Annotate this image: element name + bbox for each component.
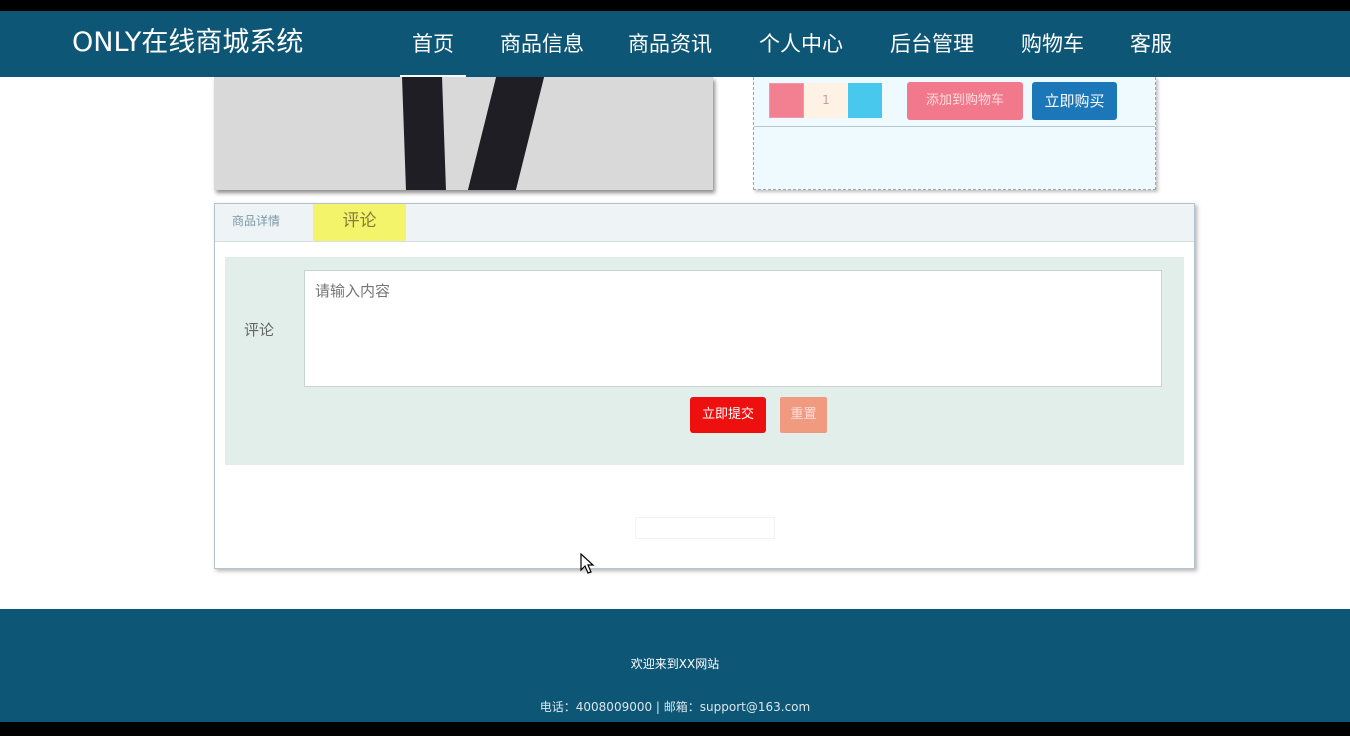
nav-home[interactable]: 首页 [400,25,466,78]
product-image [214,77,713,190]
tab-bar: 商品详情 评论 [215,204,1194,242]
submit-button[interactable]: 立即提交 [690,397,766,433]
top-navbar: ONLY在线商城系统 首页 商品信息 商品资讯 个人中心 后台管理 购物车 客服 [0,11,1350,78]
buy-panel: 1 添加到购物车 立即购买 [753,77,1156,190]
comment-form: 评论 立即提交 重置 [225,257,1184,465]
screen: ONLY在线商城系统 首页 商品信息 商品资讯 个人中心 后台管理 购物车 客服… [0,0,1350,736]
add-to-cart-button[interactable]: 添加到购物车 [907,82,1023,120]
footer-contact: 电话：4008009000 | 邮箱：support@163.com [539,700,811,714]
comment-textarea[interactable] [304,270,1162,387]
nav-news[interactable]: 商品资讯 [626,25,714,65]
tab-comments[interactable]: 评论 [313,204,406,241]
nav-service[interactable]: 客服 [1129,25,1173,65]
letterbox-top [0,0,1350,11]
quantity-increase-button[interactable] [848,83,882,118]
tab-product-detail[interactable]: 商品详情 [232,212,280,230]
footer: 欢迎来到XX网站 电话：4008009000 | 邮箱：support@163.… [0,609,1350,722]
comment-label: 评论 [244,321,275,339]
product-photo-leg-right [467,77,545,190]
quantity-input[interactable]: 1 [804,83,848,118]
nav-profile[interactable]: 个人中心 [757,25,845,65]
nav-admin[interactable]: 后台管理 [888,25,976,65]
nav-cart[interactable]: 购物车 [1019,25,1086,65]
product-tabs: 商品详情 评论 评论 立即提交 重置 [214,203,1195,569]
buy-now-button[interactable]: 立即购买 [1032,82,1117,120]
reset-button[interactable]: 重置 [780,397,827,433]
nav-products[interactable]: 商品信息 [498,25,586,65]
pagination [635,517,775,539]
footer-welcome: 欢迎来到XX网站 [630,657,720,671]
mouse-cursor-icon [580,553,595,574]
letterbox-bottom [0,722,1350,736]
quantity-decrease-button[interactable] [769,83,804,118]
site-brand[interactable]: ONLY在线商城系统 [72,25,303,61]
panel-divider [754,126,1155,127]
product-photo-leg-left [402,77,446,190]
